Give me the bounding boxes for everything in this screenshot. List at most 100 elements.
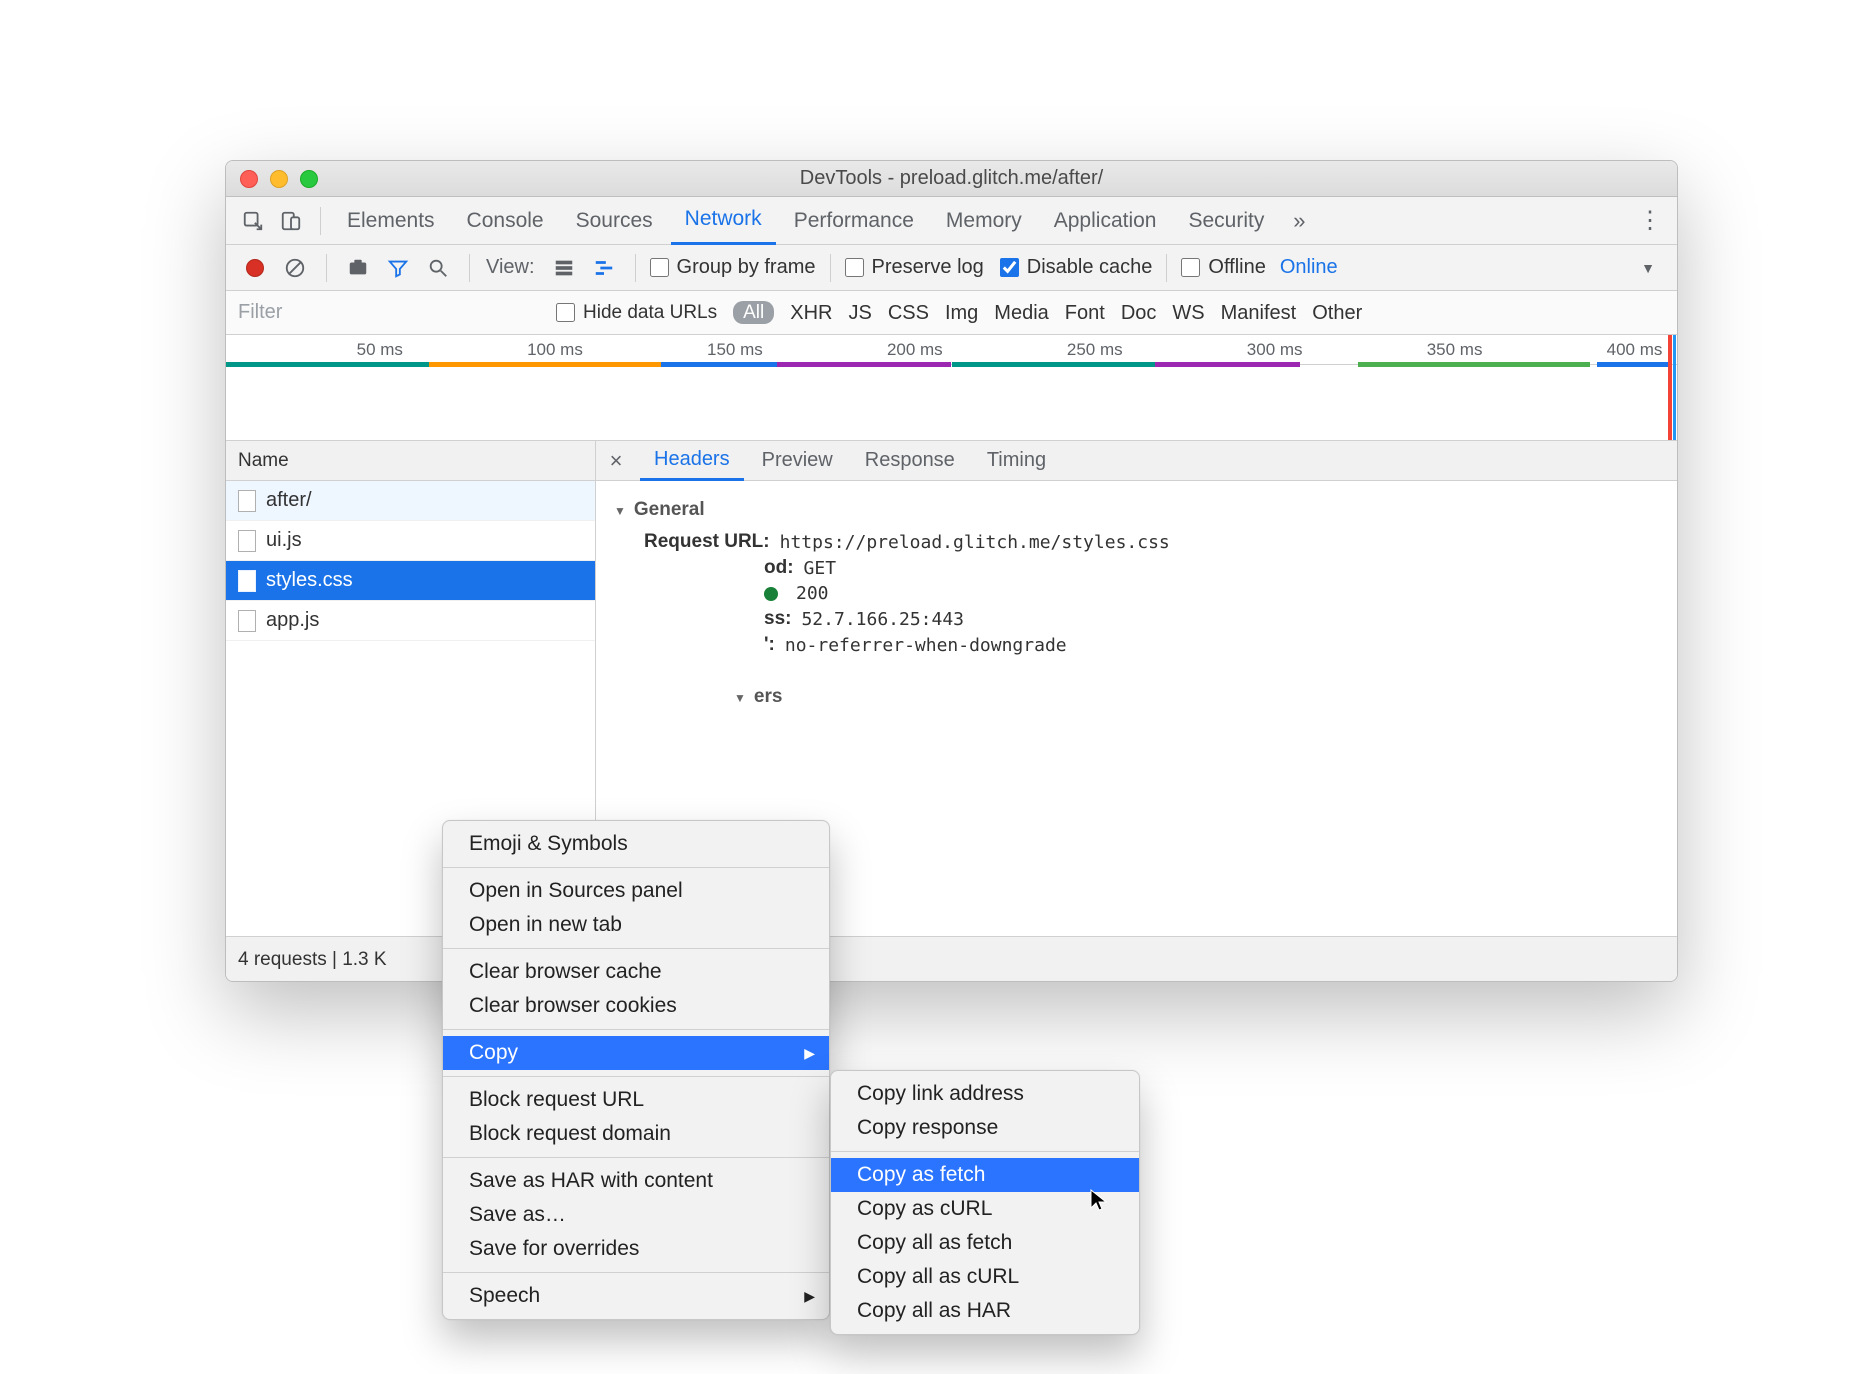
preserve-log-label: Preserve log (872, 256, 984, 279)
request-row-stylescss[interactable]: styles.css (226, 561, 595, 601)
capture-screenshots-icon[interactable] (341, 251, 375, 285)
section-general[interactable]: General (614, 499, 1659, 521)
inspect-element-icon[interactable] (236, 204, 270, 238)
timeline-bars (226, 362, 1677, 372)
separator (320, 207, 321, 235)
ctx-copy-all-curl[interactable]: Copy all as cURL (831, 1260, 1139, 1294)
tab-memory[interactable]: Memory (932, 197, 1036, 245)
status-text: 4 requests | 1.3 K (238, 949, 387, 971)
detail-tab-preview[interactable]: Preview (748, 441, 847, 481)
close-window-button[interactable] (240, 170, 258, 188)
minimize-window-button[interactable] (270, 170, 288, 188)
filter-cat-all-pill: All (733, 301, 774, 324)
tab-console[interactable]: Console (453, 197, 558, 245)
tick-label: 50 ms (357, 340, 403, 360)
tab-security[interactable]: Security (1174, 197, 1278, 245)
disable-cache-input[interactable] (1000, 258, 1019, 277)
filter-cat-media[interactable]: Media (986, 292, 1056, 334)
kebab-menu-icon[interactable]: ⋮ (1633, 204, 1667, 238)
network-toolbar: View: Group by frame Preserve log Disabl… (226, 245, 1677, 291)
filter-cat-ws[interactable]: WS (1164, 292, 1212, 334)
ctx-copy-as-fetch[interactable]: Copy as fetch (831, 1158, 1139, 1192)
ctx-save-har[interactable]: Save as HAR with content (443, 1164, 829, 1198)
chevron-right-icon: ▶ (804, 1045, 815, 1062)
throttling-select[interactable]: Online (1280, 256, 1338, 279)
context-submenu-copy: Copy link address Copy response Copy as … (830, 1070, 1140, 1335)
filter-toggle-icon[interactable] (381, 251, 415, 285)
kv-key-partial: ': (764, 634, 775, 656)
filter-cat-other[interactable]: Other (1304, 292, 1370, 334)
filter-cat-font[interactable]: Font (1057, 292, 1113, 334)
tab-performance[interactable]: Performance (780, 197, 928, 245)
hide-data-urls-input[interactable] (556, 303, 575, 322)
group-by-frame-label: Group by frame (677, 256, 816, 279)
large-rows-icon[interactable] (547, 251, 581, 285)
waterfall-overview-icon[interactable] (587, 251, 621, 285)
clear-button-icon[interactable] (278, 251, 312, 285)
ctx-copy-link[interactable]: Copy link address (831, 1077, 1139, 1111)
ctx-block-url[interactable]: Block request URL (443, 1083, 829, 1117)
request-row-after[interactable]: after/ (226, 481, 595, 521)
kv-val: https://preload.glitch.me/styles.css (780, 532, 1170, 553)
ctx-copy-submenu[interactable]: Copy ▶ (443, 1036, 829, 1070)
disable-cache-checkbox[interactable]: Disable cache (1000, 256, 1153, 279)
ctx-copy-label: Copy (469, 1041, 518, 1065)
search-icon[interactable] (421, 251, 455, 285)
view-label: View: (486, 256, 535, 279)
tab-sources[interactable]: Sources (562, 197, 667, 245)
ctx-speech-submenu[interactable]: Speech ▶ (443, 1279, 829, 1313)
filter-cat-img[interactable]: Img (937, 292, 986, 334)
group-by-frame-input[interactable] (650, 258, 669, 277)
filter-input[interactable] (226, 292, 556, 334)
offline-checkbox[interactable]: Offline (1181, 256, 1265, 279)
section-response-headers-partial[interactable]: ers (734, 686, 1659, 708)
group-by-frame-checkbox[interactable]: Group by frame (650, 256, 816, 279)
ctx-emoji[interactable]: Emoji & Symbols (443, 827, 829, 861)
close-detail-icon[interactable]: × (602, 447, 630, 475)
preserve-log-input[interactable] (845, 258, 864, 277)
panel-tabs: Elements Console Sources Network Perform… (226, 197, 1677, 245)
request-row-appjs[interactable]: app.js (226, 601, 595, 641)
filter-cat-doc[interactable]: Doc (1113, 292, 1165, 334)
device-toolbar-icon[interactable] (274, 204, 308, 238)
filter-cat-all[interactable]: All (725, 291, 782, 334)
hide-data-urls-checkbox[interactable]: Hide data URLs (556, 302, 717, 324)
ctx-clear-cache[interactable]: Clear browser cache (443, 955, 829, 989)
offline-input[interactable] (1181, 258, 1200, 277)
tab-network[interactable]: Network (671, 197, 776, 245)
tab-application[interactable]: Application (1040, 197, 1171, 245)
timeline-ruler: 50 ms 100 ms 150 ms 200 ms 250 ms 300 ms… (226, 335, 1677, 365)
zoom-window-button[interactable] (300, 170, 318, 188)
ctx-copy-all-har[interactable]: Copy all as HAR (831, 1294, 1139, 1328)
filter-cat-js[interactable]: JS (840, 292, 879, 334)
overflow-tabs-icon[interactable]: » (1282, 204, 1316, 238)
filter-cat-manifest[interactable]: Manifest (1213, 292, 1305, 334)
record-button[interactable] (238, 251, 272, 285)
request-row-uijs[interactable]: ui.js (226, 521, 595, 561)
dropdown-icon[interactable]: ▼ (1631, 251, 1665, 285)
context-menu: Emoji & Symbols Open in Sources panel Op… (442, 820, 830, 1320)
ctx-save-as[interactable]: Save as… (443, 1198, 829, 1232)
detail-tab-response[interactable]: Response (851, 441, 969, 481)
tick-label: 400 ms (1607, 340, 1663, 360)
filter-cat-xhr[interactable]: XHR (782, 292, 840, 334)
preserve-log-checkbox[interactable]: Preserve log (845, 256, 984, 279)
ctx-copy-all-fetch[interactable]: Copy all as fetch (831, 1226, 1139, 1260)
ctx-clear-cookies[interactable]: Clear browser cookies (443, 989, 829, 1023)
separator (443, 1029, 829, 1030)
ctx-copy-response[interactable]: Copy response (831, 1111, 1139, 1145)
ctx-open-sources[interactable]: Open in Sources panel (443, 874, 829, 908)
tick-label: 250 ms (1067, 340, 1123, 360)
kv-request-url: Request URL: https://preload.glitch.me/s… (644, 531, 1659, 553)
ctx-copy-as-curl[interactable]: Copy as cURL (831, 1192, 1139, 1226)
ctx-save-overrides[interactable]: Save for overrides (443, 1232, 829, 1266)
file-icon (238, 530, 256, 552)
ctx-open-tab[interactable]: Open in new tab (443, 908, 829, 942)
detail-tab-headers[interactable]: Headers (640, 441, 744, 481)
network-timeline[interactable]: 50 ms 100 ms 150 ms 200 ms 250 ms 300 ms… (226, 335, 1677, 441)
detail-tab-timing[interactable]: Timing (973, 441, 1060, 481)
tab-elements[interactable]: Elements (333, 197, 449, 245)
filter-cat-css[interactable]: CSS (880, 292, 937, 334)
request-list-header[interactable]: Name (226, 441, 595, 481)
ctx-block-domain[interactable]: Block request domain (443, 1117, 829, 1151)
